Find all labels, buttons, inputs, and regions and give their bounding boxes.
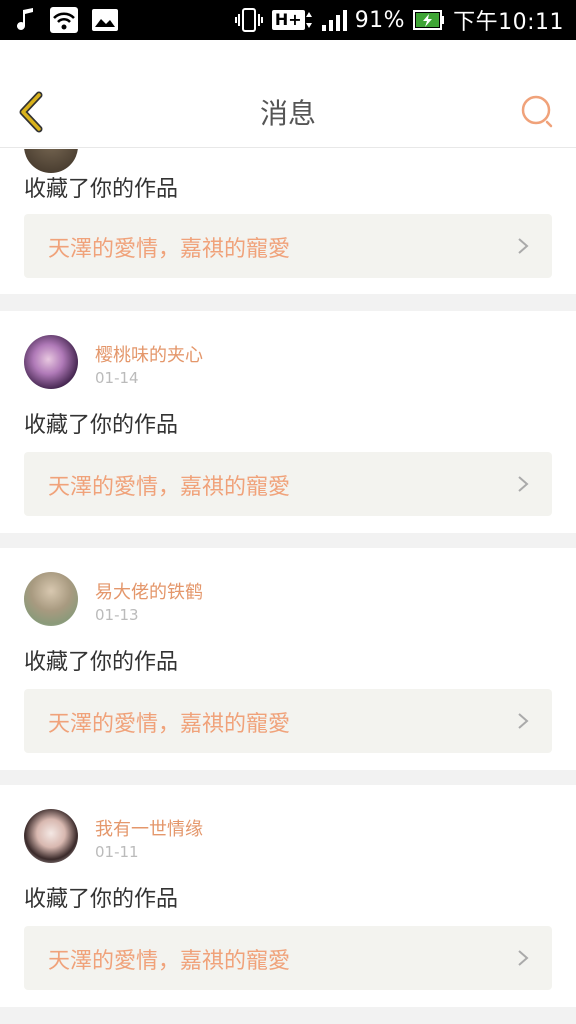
action-text: 收藏了你的作品	[24, 887, 179, 912]
action-text: 收藏了你的作品	[24, 650, 179, 675]
clock: 下午10:11	[453, 10, 564, 35]
status-right: H+ 91% 下午10:11	[234, 6, 564, 35]
signal-icon	[321, 6, 347, 34]
timestamp: 01-13	[95, 606, 139, 624]
notification-card: 易大佬的铁鹤 01-13 收藏了你的作品 天澤的愛情，嘉祺的寵愛	[0, 548, 576, 770]
page-title: 消息	[259, 97, 316, 130]
timestamp: 01-14	[95, 369, 139, 387]
status-bar: H+ 91% 下午10:11	[0, 0, 576, 40]
search-icon	[521, 95, 553, 128]
work-link[interactable]: 天澤的愛情，嘉祺的寵愛	[24, 452, 552, 516]
action-text: 收藏了你的作品	[24, 177, 179, 202]
battery-charging-icon	[413, 6, 445, 34]
wifi-icon	[50, 6, 78, 34]
avatar[interactable]	[24, 335, 78, 389]
chevron-right-icon	[518, 476, 529, 492]
work-link[interactable]: 天澤的愛情，嘉祺的寵愛	[24, 926, 552, 990]
avatar[interactable]	[24, 149, 78, 173]
notification-card: 樱桃味的夹心 01-14 收藏了你的作品 天澤的愛情，嘉祺的寵愛	[0, 311, 576, 533]
notification-card: 收藏了你的作品 天澤的愛情，嘉祺的寵愛	[0, 149, 576, 294]
status-left	[16, 6, 118, 34]
username[interactable]: 我有一世情缘	[95, 815, 203, 841]
action-text: 收藏了你的作品	[24, 413, 179, 438]
avatar[interactable]	[24, 809, 78, 863]
chevron-right-icon	[518, 713, 529, 729]
timestamp: 01-11	[95, 843, 139, 861]
work-title: 天澤的愛情，嘉祺的寵愛	[48, 475, 291, 500]
work-link[interactable]: 天澤的愛情，嘉祺的寵愛	[24, 214, 552, 278]
work-title: 天澤的愛情，嘉祺的寵愛	[48, 237, 291, 262]
username[interactable]: 易大佬的铁鹤	[95, 578, 203, 604]
work-title: 天澤的愛情，嘉祺的寵愛	[48, 712, 291, 737]
avatar[interactable]	[24, 572, 78, 626]
battery-percent: 91%	[354, 7, 406, 33]
image-icon	[92, 6, 118, 34]
chevron-right-icon	[518, 238, 529, 254]
chevron-right-icon	[518, 950, 529, 966]
network-type: H+	[271, 6, 313, 34]
music-note-icon	[16, 6, 36, 34]
vibrate-icon	[234, 6, 264, 34]
username[interactable]: 樱桃味的夹心	[95, 341, 203, 367]
notification-card: 我有一世情缘 01-11 收藏了你的作品 天澤的愛情，嘉祺的寵愛	[0, 785, 576, 1007]
message-list[interactable]: 收藏了你的作品 天澤的愛情，嘉祺的寵愛 樱桃味的夹心 01-14 收藏了你的作品…	[0, 149, 576, 1024]
work-link[interactable]: 天澤的愛情，嘉祺的寵愛	[24, 689, 552, 753]
work-title: 天澤的愛情，嘉祺的寵愛	[48, 949, 291, 974]
search-button[interactable]	[520, 94, 556, 130]
app-header: 消息	[0, 40, 576, 148]
